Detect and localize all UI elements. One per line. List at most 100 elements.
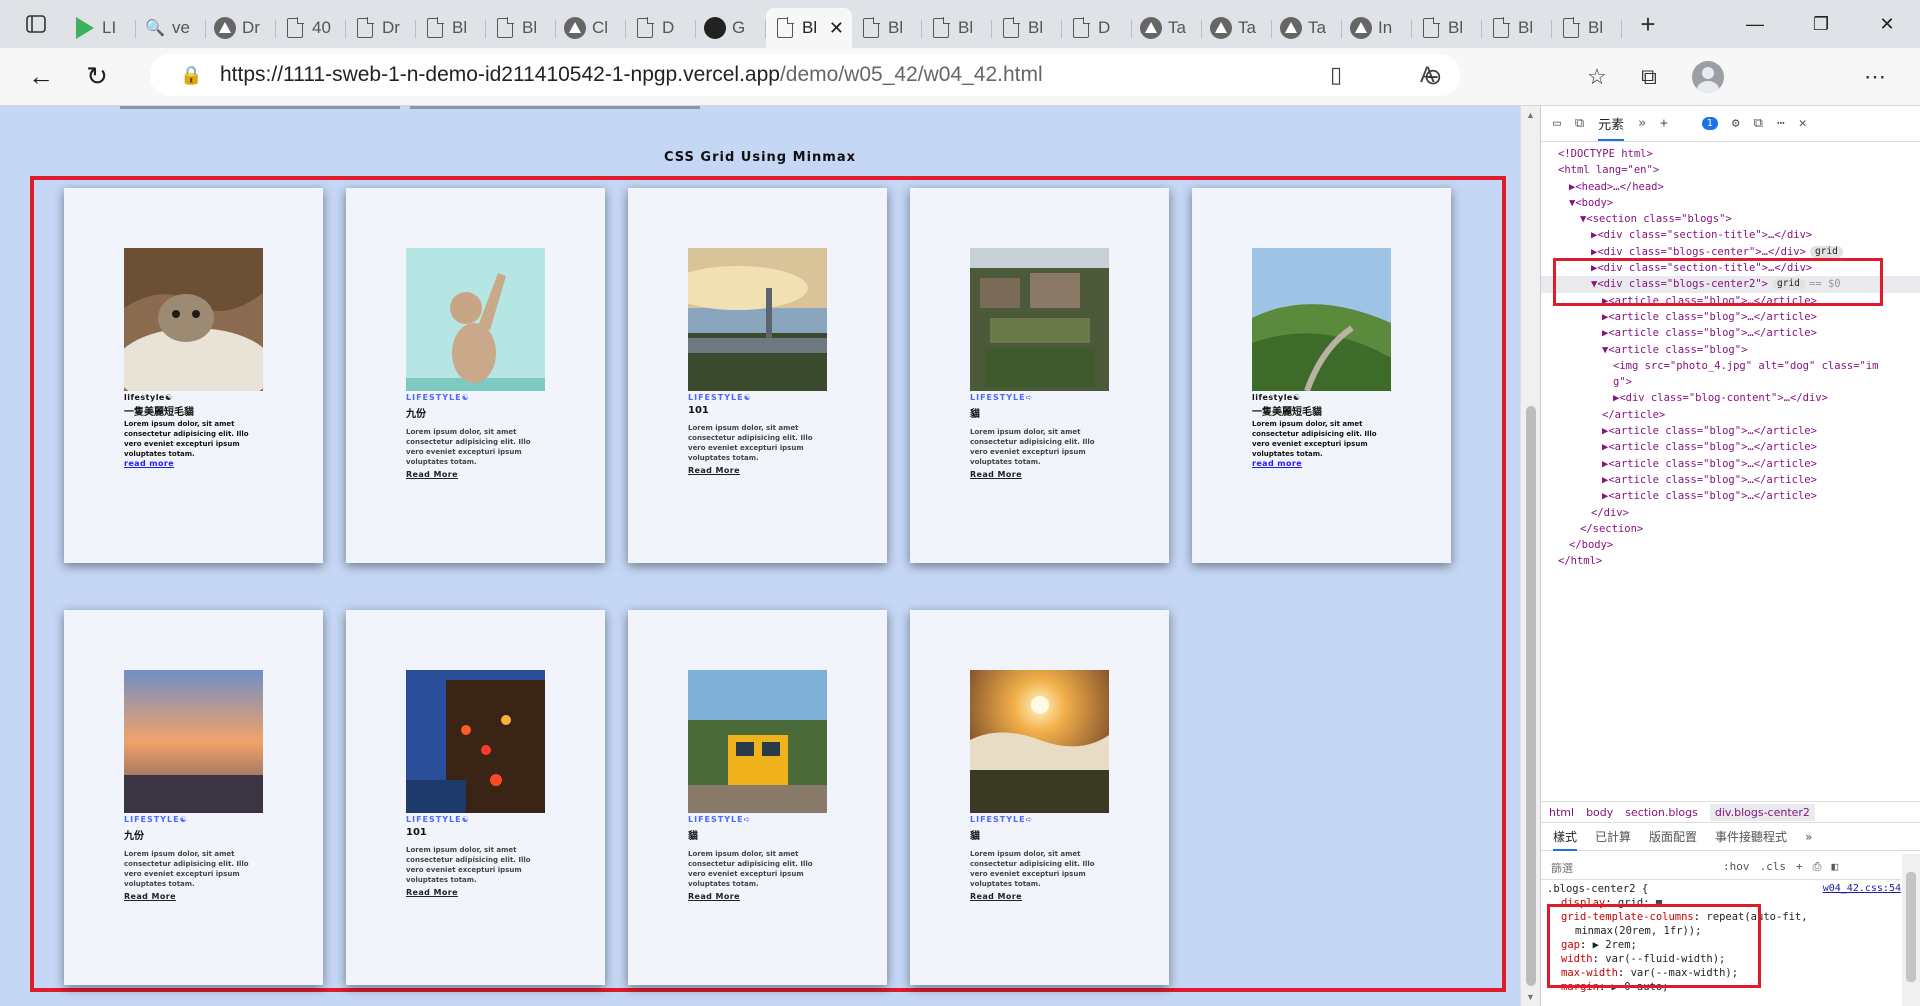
hov-toggle[interactable]: :hov bbox=[1723, 860, 1750, 873]
issues-badge[interactable]: 1 bbox=[1701, 117, 1718, 130]
browser-tab[interactable]: Ta bbox=[1202, 8, 1272, 48]
scroll-up-icon[interactable]: ▲ bbox=[1526, 110, 1535, 120]
new-rule-icon[interactable]: + bbox=[1796, 860, 1803, 873]
read-more-link[interactable]: Read More bbox=[406, 470, 546, 479]
dom-node[interactable]: ▶<article class="blog">…</article> bbox=[1541, 309, 1920, 325]
styles-tab[interactable]: 已計算 bbox=[1595, 828, 1631, 845]
device-toggle-icon[interactable]: ▭ bbox=[1553, 116, 1561, 131]
browser-tab[interactable]: Ta bbox=[1132, 8, 1202, 48]
breadcrumb-item[interactable]: html bbox=[1549, 806, 1574, 819]
page-scrollbar[interactable]: ▲ ▼ bbox=[1520, 106, 1540, 1006]
new-tab-button[interactable]: + bbox=[1630, 6, 1666, 42]
breadcrumb-item[interactable]: body bbox=[1586, 806, 1613, 819]
read-more-link[interactable]: Read More bbox=[124, 892, 264, 901]
styles-tab[interactable]: 事件接聽程式 bbox=[1715, 828, 1787, 845]
restore-button[interactable]: ❐ bbox=[1788, 0, 1854, 48]
collections-icon[interactable]: ⧉ bbox=[1626, 54, 1672, 100]
browser-tab[interactable]: Bl bbox=[992, 8, 1062, 48]
browser-tab[interactable]: Bl bbox=[852, 8, 922, 48]
dom-node[interactable]: ▼<article class="blog"> bbox=[1541, 342, 1920, 358]
dom-node[interactable]: </article> bbox=[1541, 407, 1920, 423]
dom-node[interactable]: ▶<article class="blog">…</article> bbox=[1541, 439, 1920, 455]
breadcrumb-item[interactable]: section.blogs bbox=[1625, 806, 1698, 819]
immersive-reader-icon[interactable]: ▯ bbox=[1330, 54, 1342, 96]
favorites-icon[interactable]: ☆ bbox=[1574, 54, 1620, 100]
close-tab-icon[interactable]: ✕ bbox=[829, 18, 844, 39]
cls-toggle[interactable]: .cls bbox=[1760, 860, 1787, 873]
browser-tab[interactable]: Bl bbox=[416, 8, 486, 48]
dom-node[interactable]: ▼<section class="blogs"> bbox=[1541, 211, 1920, 227]
settings-icon[interactable]: ⚙ bbox=[1732, 116, 1740, 131]
dom-node[interactable]: ▶<article class="blog">…</article> bbox=[1541, 456, 1920, 472]
dom-node[interactable]: ▶<article class="blog">…</article> bbox=[1541, 472, 1920, 488]
inspect-icon[interactable]: ⧉ bbox=[1575, 116, 1584, 131]
styles-tab[interactable]: 版面配置 bbox=[1649, 828, 1697, 845]
browser-tab[interactable]: Dr bbox=[206, 8, 276, 48]
dom-node[interactable]: <html lang="en"> bbox=[1541, 162, 1920, 178]
read-more-link[interactable]: Read More bbox=[970, 470, 1110, 479]
browser-tab[interactable]: G bbox=[696, 8, 766, 48]
read-more-link[interactable]: Read More bbox=[688, 466, 828, 475]
read-more-link[interactable]: Read More bbox=[406, 888, 546, 897]
styles-tab[interactable]: 樣式 bbox=[1553, 828, 1578, 851]
dom-node[interactable]: <!DOCTYPE html> bbox=[1541, 146, 1920, 162]
breadcrumb-item[interactable]: div.blogs-center2 bbox=[1709, 803, 1815, 821]
dom-node[interactable]: </section> bbox=[1541, 521, 1920, 537]
dom-node[interactable]: ▶<article class="blog">…</article> bbox=[1541, 488, 1920, 504]
reload-button[interactable]: ↻ bbox=[74, 54, 120, 100]
back-button[interactable]: ← bbox=[18, 54, 64, 100]
scroll-down-icon[interactable]: ▼ bbox=[1526, 992, 1535, 1002]
read-more-link[interactable]: read more bbox=[1252, 459, 1392, 468]
read-more-link[interactable]: Read More bbox=[970, 892, 1110, 901]
browser-tab[interactable]: LI bbox=[66, 8, 136, 48]
styles-tab[interactable]: » bbox=[1805, 830, 1812, 844]
more-icon[interactable]: ⋯ bbox=[1777, 116, 1785, 131]
rule-source-link[interactable]: w04_42.css:54 bbox=[1823, 882, 1901, 896]
close-window-button[interactable]: ✕ bbox=[1854, 0, 1920, 48]
dom-node[interactable]: ▶<head>…</head> bbox=[1541, 179, 1920, 195]
browser-tab[interactable]: Dr bbox=[346, 8, 416, 48]
dom-node[interactable]: ▶<div class="section-title">…</div> bbox=[1541, 227, 1920, 243]
zoom-out-icon[interactable]: ⊖ bbox=[1410, 54, 1456, 100]
settings-more-button[interactable]: ⋯ bbox=[1852, 54, 1898, 100]
browser-tab[interactable]: Bl bbox=[1412, 8, 1482, 48]
browser-tab[interactable]: Bl bbox=[486, 8, 556, 48]
scroll-thumb[interactable] bbox=[1526, 406, 1536, 986]
add-tab-icon[interactable]: + bbox=[1660, 116, 1668, 131]
browser-tab[interactable]: In bbox=[1342, 8, 1412, 48]
browser-tab[interactable]: Cl bbox=[556, 8, 626, 48]
sidebar-icon[interactable]: ◧ bbox=[1831, 860, 1838, 873]
styles-scrollbar[interactable] bbox=[1902, 854, 1920, 1006]
browser-tab[interactable]: Bl ✕ bbox=[766, 8, 852, 48]
dom-node[interactable]: ▶<article class="blog">…</article> bbox=[1541, 423, 1920, 439]
dock-icon[interactable]: ⧉ bbox=[1754, 116, 1763, 131]
close-devtools-icon[interactable]: ✕ bbox=[1799, 116, 1807, 131]
browser-tab[interactable]: D bbox=[1062, 8, 1132, 48]
browser-tab[interactable]: 🔍 ve bbox=[136, 8, 206, 48]
read-more-link[interactable]: Read More bbox=[688, 892, 828, 901]
browser-tab[interactable]: Ta bbox=[1272, 8, 1342, 48]
browser-tab[interactable]: Bl bbox=[922, 8, 992, 48]
browser-tab[interactable]: Bl bbox=[1552, 8, 1622, 48]
url-field[interactable]: 🔒 https://1111-sweb-1-n-demo-id211410542… bbox=[150, 54, 1460, 96]
dom-node[interactable]: </body> bbox=[1541, 537, 1920, 553]
dom-node[interactable]: </div> bbox=[1541, 505, 1920, 521]
grid-badge[interactable]: grid bbox=[1809, 245, 1843, 258]
more-tabs-icon[interactable]: » bbox=[1638, 116, 1646, 131]
tab-elements[interactable]: 元素 bbox=[1598, 114, 1625, 141]
dom-node[interactable]: </html> bbox=[1541, 553, 1920, 569]
tab-actions-icon[interactable] bbox=[18, 6, 54, 42]
dom-node[interactable]: <img src="photo_4.jpg" alt="dog" class="… bbox=[1541, 358, 1920, 374]
browser-tab[interactable]: D bbox=[626, 8, 696, 48]
styles-filter-input[interactable]: 篩選 bbox=[1547, 856, 1713, 877]
browser-tab[interactable]: Bl bbox=[1482, 8, 1552, 48]
profile-button[interactable] bbox=[1685, 54, 1731, 100]
dom-node[interactable]: g"> bbox=[1541, 374, 1920, 390]
browser-tab[interactable]: 40 bbox=[276, 8, 346, 48]
dom-node[interactable]: ▼<body> bbox=[1541, 195, 1920, 211]
dom-node[interactable]: ▶<article class="blog">…</article> bbox=[1541, 325, 1920, 341]
print-media-icon[interactable]: ⎙ bbox=[1813, 860, 1822, 874]
dom-node[interactable]: ▶<div class="blog-content">…</div> bbox=[1541, 390, 1920, 406]
styles-scroll-thumb[interactable] bbox=[1906, 872, 1916, 982]
minimize-button[interactable]: — bbox=[1722, 0, 1788, 48]
